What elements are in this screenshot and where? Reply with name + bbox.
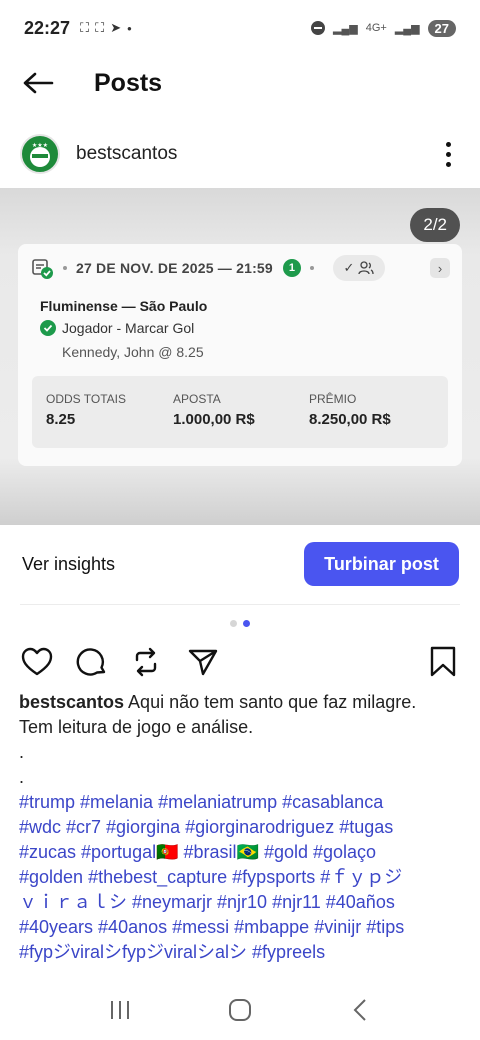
recent-apps-button[interactable] bbox=[100, 990, 140, 1030]
caption-username[interactable]: bestscantos bbox=[19, 692, 124, 712]
dot-icon: • bbox=[127, 20, 132, 36]
battery-icon: 27 bbox=[427, 19, 456, 37]
save-button[interactable] bbox=[425, 644, 461, 680]
hashtag-line[interactable]: #wdc #cr7 #giorgina #giorginarodriguez #… bbox=[19, 815, 465, 840]
post-username[interactable]: bestscantos bbox=[76, 143, 177, 165]
do-not-disturb-icon bbox=[310, 21, 325, 35]
divider bbox=[20, 604, 460, 605]
shared-users-pill: ✓ bbox=[332, 255, 385, 281]
caption-text: Tem leitura de jogo e análise. bbox=[19, 717, 254, 737]
stake-label: APOSTA bbox=[173, 392, 221, 406]
screenshot-icon: ⛶ bbox=[80, 20, 90, 35]
market-name: Jogador - Marcar Gol bbox=[62, 320, 195, 336]
carousel-dot-active bbox=[243, 620, 250, 627]
chevron-right-icon: › bbox=[430, 258, 450, 278]
caption-text: . bbox=[19, 742, 25, 762]
status-time: 22:27 bbox=[24, 17, 71, 38]
odds-column: ODDS TOTAIS 8.25 bbox=[46, 392, 126, 428]
prize-column: PRÊMIO 8.250,00 R$ bbox=[309, 392, 391, 428]
selection-text: Kennedy, John @ 8.25 bbox=[62, 344, 204, 360]
network-type: 4G+ bbox=[365, 22, 387, 34]
more-options-button[interactable] bbox=[438, 139, 458, 169]
market-row: Jogador - Marcar Gol bbox=[40, 320, 462, 336]
svg-text:★★★: ★★★ bbox=[32, 142, 48, 149]
page-title: Posts bbox=[94, 68, 163, 97]
carousel-indicator bbox=[0, 620, 480, 627]
recent-apps-icon bbox=[111, 1001, 129, 1019]
stake-column: APOSTA 1.000,00 R$ bbox=[173, 392, 255, 428]
like-button[interactable] bbox=[19, 644, 55, 680]
prize-value: 8.250,00 R$ bbox=[309, 411, 391, 428]
back-button[interactable] bbox=[18, 63, 58, 103]
won-check-icon bbox=[40, 320, 56, 336]
image-counter: 2/2 bbox=[410, 208, 460, 242]
view-insights-link[interactable]: Ver insights bbox=[22, 554, 115, 575]
odds-label: ODDS TOTAIS bbox=[46, 392, 127, 406]
share-button[interactable] bbox=[185, 644, 221, 680]
repost-icon bbox=[135, 647, 157, 677]
send-icon bbox=[188, 649, 218, 676]
arrow-left-icon bbox=[23, 72, 54, 94]
caption-text: . bbox=[19, 767, 25, 787]
check-icon: ✓ bbox=[343, 260, 355, 275]
hashtag-line[interactable]: #zucas #portugal🇵🇹 #brasil🇧🇷 #gold #gola… bbox=[19, 840, 465, 865]
bet-slip-card: 27 DE NOV. DE 2025 — 21:59 1 ✓ › Flumine… bbox=[18, 244, 462, 466]
screenshot-icon: ⛶ bbox=[95, 20, 105, 35]
selections-count-badge: 1 bbox=[282, 259, 301, 277]
bet-date: 27 DE NOV. DE 2025 — 21:59 bbox=[76, 260, 273, 276]
signal-icon: ▂▄▆ bbox=[394, 22, 420, 35]
post-caption: bestscantos Aqui não tem santo que faz m… bbox=[19, 690, 465, 965]
odds-value: 8.25 bbox=[46, 411, 76, 428]
caption-text: Aqui não tem santo que faz milagre. bbox=[124, 692, 417, 712]
carousel-dot bbox=[230, 620, 237, 627]
back-nav-button[interactable] bbox=[340, 990, 380, 1030]
hashtag-line[interactable]: ｖｉｒａｌシ #neymarjr #njr10 #njr11 #40años bbox=[19, 890, 465, 915]
top-app-bar: Posts bbox=[0, 56, 480, 110]
status-right: ▂▄▆ 4G+ ▂▄▆ 27 bbox=[310, 19, 456, 37]
home-button[interactable] bbox=[220, 990, 260, 1030]
notification-icons: ⛶ ⛶ ➤ • bbox=[80, 20, 132, 36]
repost-button[interactable] bbox=[128, 644, 164, 680]
prize-label: PRÊMIO bbox=[309, 392, 357, 406]
post-header: ★★★ bestscantos bbox=[0, 130, 480, 178]
bet-slip-icon bbox=[32, 259, 53, 279]
boost-post-button[interactable]: Turbinar post bbox=[304, 542, 459, 586]
more-vertical-icon bbox=[445, 141, 451, 147]
totals-box: ODDS TOTAIS 8.25 APOSTA 1.000,00 R$ PRÊM… bbox=[32, 376, 448, 448]
match-name: Fluminense — São Paulo bbox=[40, 298, 208, 314]
telegram-icon: ➤ bbox=[110, 20, 122, 35]
post-image[interactable]: 2/2 27 DE NOV. DE 2025 — 21:59 1 ✓ › Flu… bbox=[0, 188, 480, 525]
hashtag-line[interactable]: #40years #40anos #messi #mbappe #vinijr … bbox=[19, 915, 465, 940]
avatar[interactable]: ★★★ bbox=[20, 134, 60, 174]
hashtag-line[interactable]: #golden #thebest_capture #fypsports #ｆｙｐ… bbox=[19, 865, 465, 890]
comment-icon bbox=[76, 648, 106, 676]
status-bar: 22:27 ⛶ ⛶ ➤ • ▂▄▆ 4G+ ▂▄▆ 27 bbox=[0, 0, 480, 56]
stake-value: 1.000,00 R$ bbox=[173, 411, 255, 428]
hashtag-line[interactable]: #trump #melania #melaniatrump #casablanc… bbox=[19, 790, 465, 815]
chevron-left-icon bbox=[353, 999, 366, 1021]
insights-row: Ver insights Turbinar post bbox=[0, 540, 480, 588]
post-actions bbox=[0, 642, 480, 682]
team-logo-icon: ★★★ bbox=[24, 138, 56, 170]
bookmark-icon bbox=[430, 646, 456, 677]
users-icon bbox=[358, 261, 375, 275]
hashtag-line[interactable]: #fypジviralシfypジviralシalシ #fypreels bbox=[19, 940, 465, 965]
signal-icon: ▂▄▆ bbox=[332, 22, 358, 35]
home-icon bbox=[229, 999, 251, 1021]
bet-card-header: 27 DE NOV. DE 2025 — 21:59 1 ✓ › bbox=[18, 244, 462, 292]
system-nav-bar bbox=[0, 980, 480, 1040]
comment-button[interactable] bbox=[74, 644, 110, 680]
heart-icon bbox=[21, 647, 53, 676]
